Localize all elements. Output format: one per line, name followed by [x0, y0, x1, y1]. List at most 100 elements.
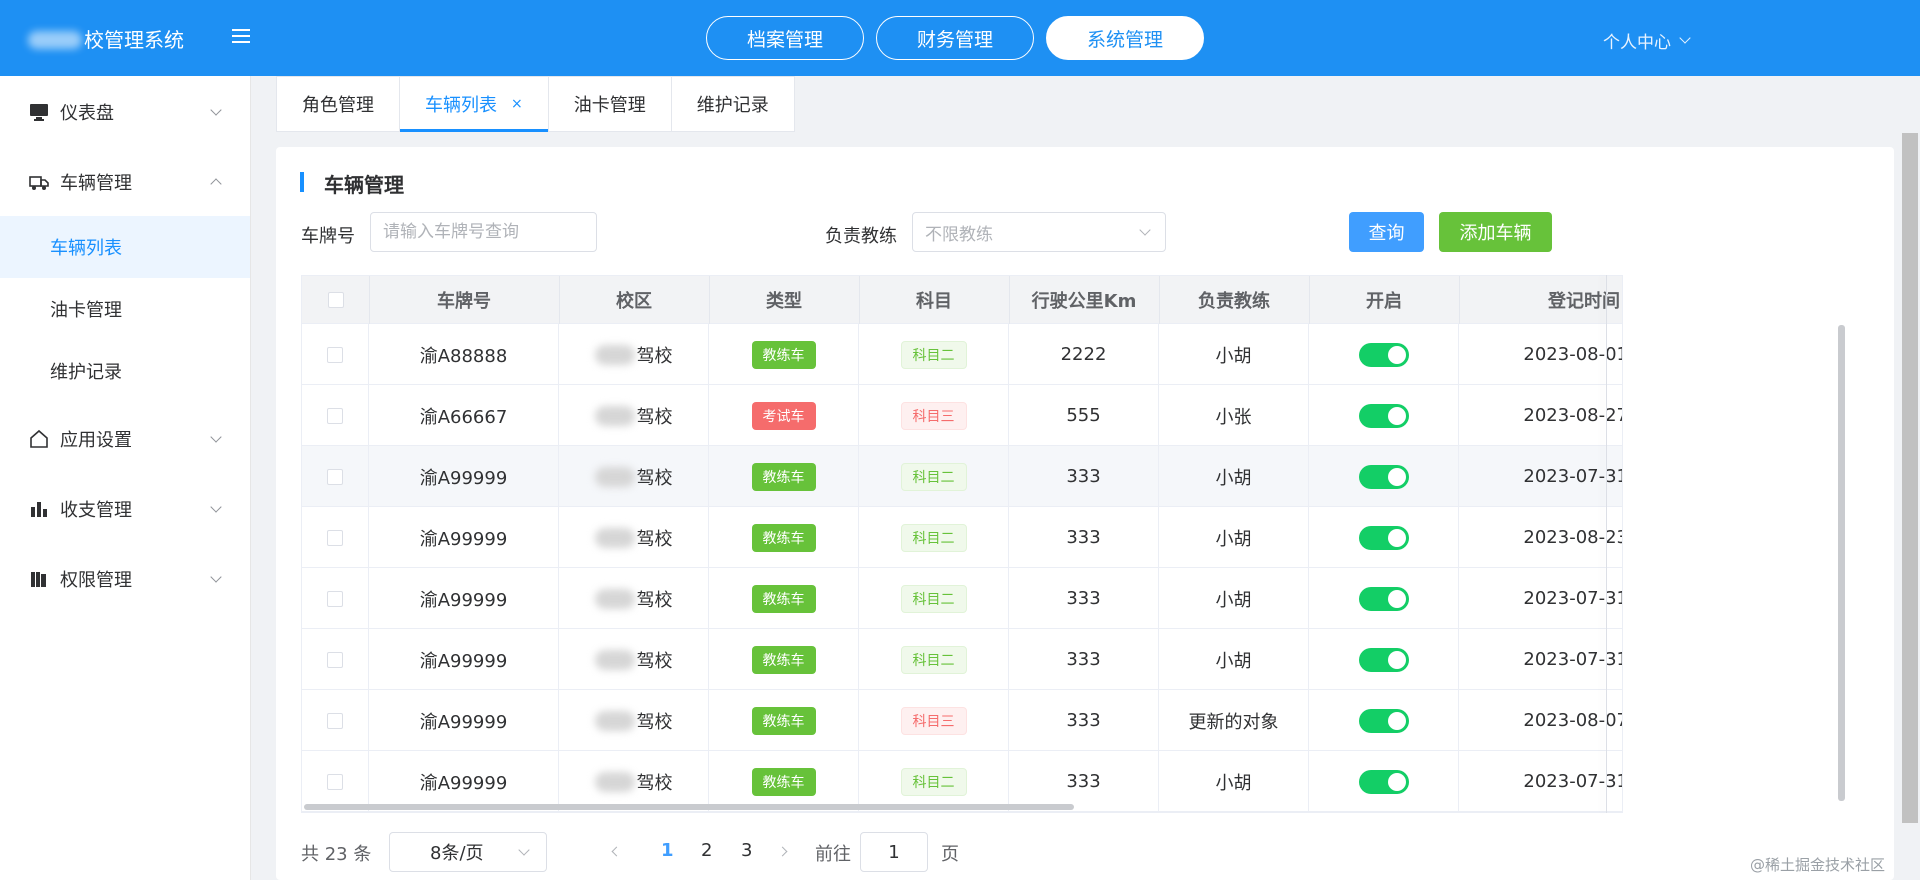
- column-header[interactable]: 校区: [559, 276, 709, 324]
- mileage-cell: 333: [1009, 446, 1159, 507]
- page-1-button[interactable]: 1: [661, 840, 674, 861]
- add-vehicle-button[interactable]: 添加车辆: [1439, 212, 1552, 252]
- sidebar-item-income-expense[interactable]: 收支管理: [0, 478, 250, 540]
- date-text: 2023-07-31: [1523, 649, 1623, 670]
- row-checkbox[interactable]: [327, 651, 343, 668]
- tab-vehicle-list[interactable]: 车辆列表 ×: [400, 77, 549, 132]
- subject-tag: 科目二: [900, 523, 967, 552]
- horizontal-scrollbar[interactable]: [304, 804, 1074, 810]
- nav-system-button[interactable]: 系统管理: [1046, 16, 1204, 60]
- campus-text: 驾校: [636, 406, 673, 428]
- enabled-toggle[interactable]: [1358, 403, 1409, 428]
- campus-text: 驾校: [636, 650, 673, 672]
- sidebar-item-permissions[interactable]: 权限管理: [0, 548, 250, 610]
- subject-tag: 科目二: [900, 584, 967, 613]
- select-all-checkbox[interactable]: [327, 292, 344, 308]
- table-vertical-scrollbar[interactable]: [1838, 325, 1845, 801]
- table-row[interactable]: 渝A99999驾校教练车科目三333更新的对象2023-08-07编辑···更多: [302, 690, 1623, 751]
- mileage-text: 333: [1066, 527, 1101, 548]
- column-header[interactable]: 科目: [859, 276, 1009, 324]
- goto-page-input[interactable]: 1: [860, 832, 928, 872]
- menu-toggle-icon[interactable]: [232, 29, 250, 45]
- blurred-campus-name: [594, 527, 635, 548]
- column-header[interactable]: 开启: [1309, 276, 1459, 324]
- nav-archive-button[interactable]: 档案管理: [706, 16, 864, 60]
- page-vertical-scrollbar[interactable]: [1902, 133, 1918, 823]
- plate-filter-label: 车牌号: [301, 226, 355, 247]
- chevron-down-icon: [518, 844, 530, 856]
- coach-cell: 小胡: [1159, 629, 1309, 690]
- date-cell: 2023-08-07: [1459, 690, 1623, 751]
- sidebar-item-app-settings[interactable]: 应用设置: [0, 408, 250, 470]
- enabled-cell: [1309, 507, 1459, 568]
- vehicle-table: 车牌号 校区 类型 科目 行驶公里Km 负责教练 开启 登记时间 操作 渝A88…: [301, 275, 1623, 813]
- enabled-toggle[interactable]: [1358, 464, 1409, 489]
- row-checkbox[interactable]: [327, 407, 343, 424]
- tab-role-management[interactable]: 角色管理: [277, 77, 400, 131]
- plate-search-input[interactable]: [370, 212, 597, 252]
- sidebar-item-vehicles[interactable]: 车辆管理: [0, 151, 250, 213]
- date-text: 2023-08-01: [1523, 344, 1623, 365]
- next-page-icon[interactable]: [777, 846, 788, 857]
- page-size-select[interactable]: 8条/页: [389, 832, 547, 872]
- column-header[interactable]: 行驶公里Km: [1009, 276, 1159, 324]
- enabled-toggle[interactable]: [1358, 342, 1409, 367]
- goto-unit-label: 页: [941, 844, 959, 865]
- column-header[interactable]: 登记时间: [1459, 276, 1622, 324]
- query-button[interactable]: 查询: [1349, 212, 1424, 252]
- enabled-toggle[interactable]: [1358, 708, 1409, 733]
- table-row[interactable]: 渝A88888驾校教练车科目二2222小胡2023-08-01编辑···更多: [302, 324, 1623, 385]
- plate-text: 渝A66667: [419, 406, 508, 428]
- subject-tag: 科目二: [900, 767, 967, 796]
- mileage-text: 333: [1066, 710, 1101, 731]
- table-row[interactable]: 渝A99999驾校教练车科目二333小胡2023-07-31编辑···更多: [302, 629, 1623, 690]
- sidebar-subitem-fuel-card[interactable]: 油卡管理: [0, 278, 250, 340]
- tab-maintenance[interactable]: 维护记录: [672, 77, 794, 131]
- column-header[interactable]: 车牌号: [369, 276, 559, 324]
- table-row[interactable]: 渝A99999驾校教练车科目二333小胡2023-08-23编辑···更多: [302, 507, 1622, 568]
- enabled-toggle[interactable]: [1358, 769, 1409, 794]
- vehicle-type-tag: 教练车: [751, 523, 816, 552]
- prev-page-icon[interactable]: [611, 846, 622, 857]
- enabled-toggle[interactable]: [1358, 647, 1409, 672]
- date-text: 2023-08-27: [1523, 405, 1623, 426]
- campus-cell: 驾校: [559, 446, 709, 507]
- subject-tag: 科目二: [900, 462, 967, 491]
- coach-cell: 小胡: [1159, 751, 1309, 812]
- table-row[interactable]: 渝A99999驾校教练车科目二333小胡2023-07-31编辑···更多: [302, 751, 1622, 812]
- row-checkbox[interactable]: [327, 529, 343, 546]
- date-text: 2023-07-31: [1523, 588, 1623, 609]
- column-header[interactable]: 类型: [709, 276, 859, 324]
- row-checkbox[interactable]: [327, 468, 343, 485]
- row-checkbox[interactable]: [327, 346, 343, 363]
- row-checkbox[interactable]: [327, 712, 343, 729]
- date-cell: 2023-08-23: [1459, 507, 1622, 568]
- enabled-toggle[interactable]: [1358, 586, 1409, 611]
- user-center-menu[interactable]: 个人中心: [1603, 28, 1691, 53]
- vehicle-type-tag: 教练车: [751, 767, 816, 796]
- enabled-toggle[interactable]: [1358, 525, 1409, 550]
- tab-fuel-card[interactable]: 油卡管理: [549, 77, 672, 131]
- campus-text: 驾校: [636, 467, 673, 489]
- table-row[interactable]: 渝A99999驾校教练车科目二333小胡2023-07-31编辑···更多: [302, 568, 1623, 629]
- row-checkbox[interactable]: [327, 590, 343, 607]
- coach-cell: 小胡: [1159, 568, 1309, 629]
- column-header[interactable]: 负责教练: [1159, 276, 1309, 324]
- close-icon[interactable]: ×: [511, 96, 523, 112]
- sidebar-subitem-maintenance[interactable]: 维护记录: [0, 340, 250, 402]
- table-row[interactable]: 渝A66667驾校考试车科目三555小张2023-08-27编辑···更多: [302, 385, 1623, 446]
- mileage-cell: 555: [1009, 385, 1159, 446]
- page-2-button[interactable]: 2: [701, 840, 712, 861]
- sidebar-item-dashboard[interactable]: 仪表盘: [0, 81, 250, 143]
- coach-select[interactable]: 不限教练: [912, 212, 1166, 252]
- tab-label: 角色管理: [302, 95, 374, 116]
- date-text: 2023-08-07: [1523, 710, 1623, 731]
- row-checkbox[interactable]: [327, 773, 343, 790]
- table-row[interactable]: 渝A99999驾校教练车科目二333小胡2023-07-31编辑···更多: [302, 446, 1622, 507]
- page-3-button[interactable]: 3: [741, 840, 752, 861]
- campus-cell: 驾校: [559, 507, 709, 568]
- sidebar-subitem-vehicle-list[interactable]: 车辆列表: [0, 216, 250, 278]
- nav-finance-button[interactable]: 财务管理: [876, 16, 1034, 60]
- select-cell: [302, 568, 369, 629]
- chevron-down-icon: [1139, 224, 1151, 236]
